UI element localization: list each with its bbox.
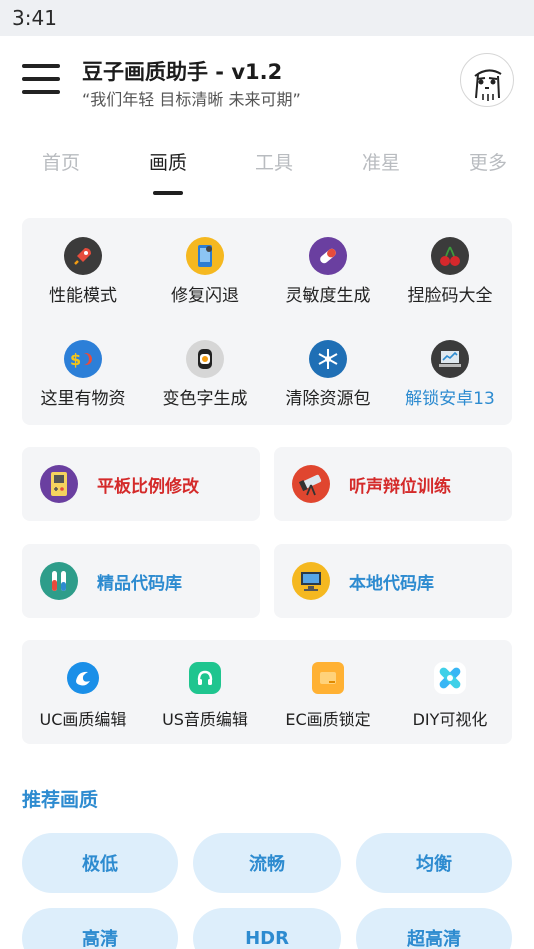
tab-quality[interactable]: 画质 [128,148,208,175]
diy-pinwheel-icon [434,662,466,694]
active-tab-indicator [153,191,183,195]
quality-option-hdr[interactable]: HDR [193,908,341,949]
quality-option-hd[interactable]: 高清 [22,908,178,949]
test-tube-icon [40,562,78,600]
tool-unlock-android13[interactable]: 解锁安卓13 [389,340,511,409]
gameboy-icon [40,465,78,503]
editor-diy-visual[interactable]: DIY可视化 [389,662,511,730]
status-time: 3:41 [12,6,57,30]
app-title: 豆子画质助手 - v1.2 [82,60,283,84]
feature-tablet-ratio[interactable]: 平板比例修改 [22,447,260,521]
feature-local-code-lib[interactable]: 本地代码库 [274,544,512,618]
quality-option-smooth[interactable]: 流畅 [193,833,341,893]
tab-crosshair[interactable]: 准星 [341,148,421,175]
quality-option-balanced[interactable]: 均衡 [356,833,512,893]
hamburger-menu-icon[interactable] [22,64,60,96]
recommended-quality-title: 推荐画质 [22,789,99,811]
app-subtitle: “我们年轻 目标清晰 未来可期” [82,90,301,109]
svg-text:$: $ [70,350,81,369]
tab-home[interactable]: 首页 [21,148,101,175]
pill-icon [309,237,347,275]
app-header: 豆子画质助手 - v1.2 “我们年轻 目标清晰 未来可期” [0,36,534,122]
tool-face-codes[interactable]: 捏脸码大全 [389,237,511,306]
quality-option-very-low[interactable]: 极低 [22,833,178,893]
tool-sensitivity[interactable]: 灵敏度生成 [267,237,389,306]
telescope-icon [292,465,330,503]
tab-tools[interactable]: 工具 [234,148,314,175]
computer-icon [292,562,330,600]
tab-more[interactable]: 更多 [448,148,528,175]
sushi-icon [186,340,224,378]
tool-fix-crash[interactable]: 修复闪退 [144,237,266,306]
tool-performance-mode[interactable]: 性能模式 [22,237,144,306]
feature-sound-training[interactable]: 听声辩位训练 [274,447,512,521]
cartoon-face-icon [474,69,502,101]
rocket-icon [64,237,102,275]
ec-lock-icon [312,662,344,694]
money-magnet-icon: $ [64,340,102,378]
feature-premium-code-lib[interactable]: 精品代码库 [22,544,260,618]
quality-option-ultra-hd[interactable]: 超高清 [356,908,512,949]
tool-supplies[interactable]: $ 这里有物资 [22,340,144,409]
tool-clear-resources[interactable]: 清除资源包 [267,340,389,409]
editor-ec-lock[interactable]: EC画质锁定 [267,662,389,730]
status-bar: 3:41 [0,0,534,36]
quality-editor-card: UC画质编辑 US音质编辑 EC画质锁定 DIY可视化 [22,640,512,744]
tool-grid: 性能模式 修复闪退 灵敏度生成 捏脸码大全 $ 这里有物资 变色字生成 清除资源… [22,218,512,425]
editor-us-audio[interactable]: US音质编辑 [144,662,266,730]
tool-color-text[interactable]: 变色字生成 [144,340,266,409]
cherry-icon [431,237,469,275]
avatar[interactable] [460,53,514,107]
uc-browser-icon [67,662,99,694]
phone-repair-icon [186,237,224,275]
editor-uc-quality[interactable]: UC画质编辑 [22,662,144,730]
tab-bar: 首页 画质 工具 准星 更多 [0,140,534,200]
snowflake-icon [309,340,347,378]
laptop-icon [431,340,469,378]
headphones-icon [189,662,221,694]
